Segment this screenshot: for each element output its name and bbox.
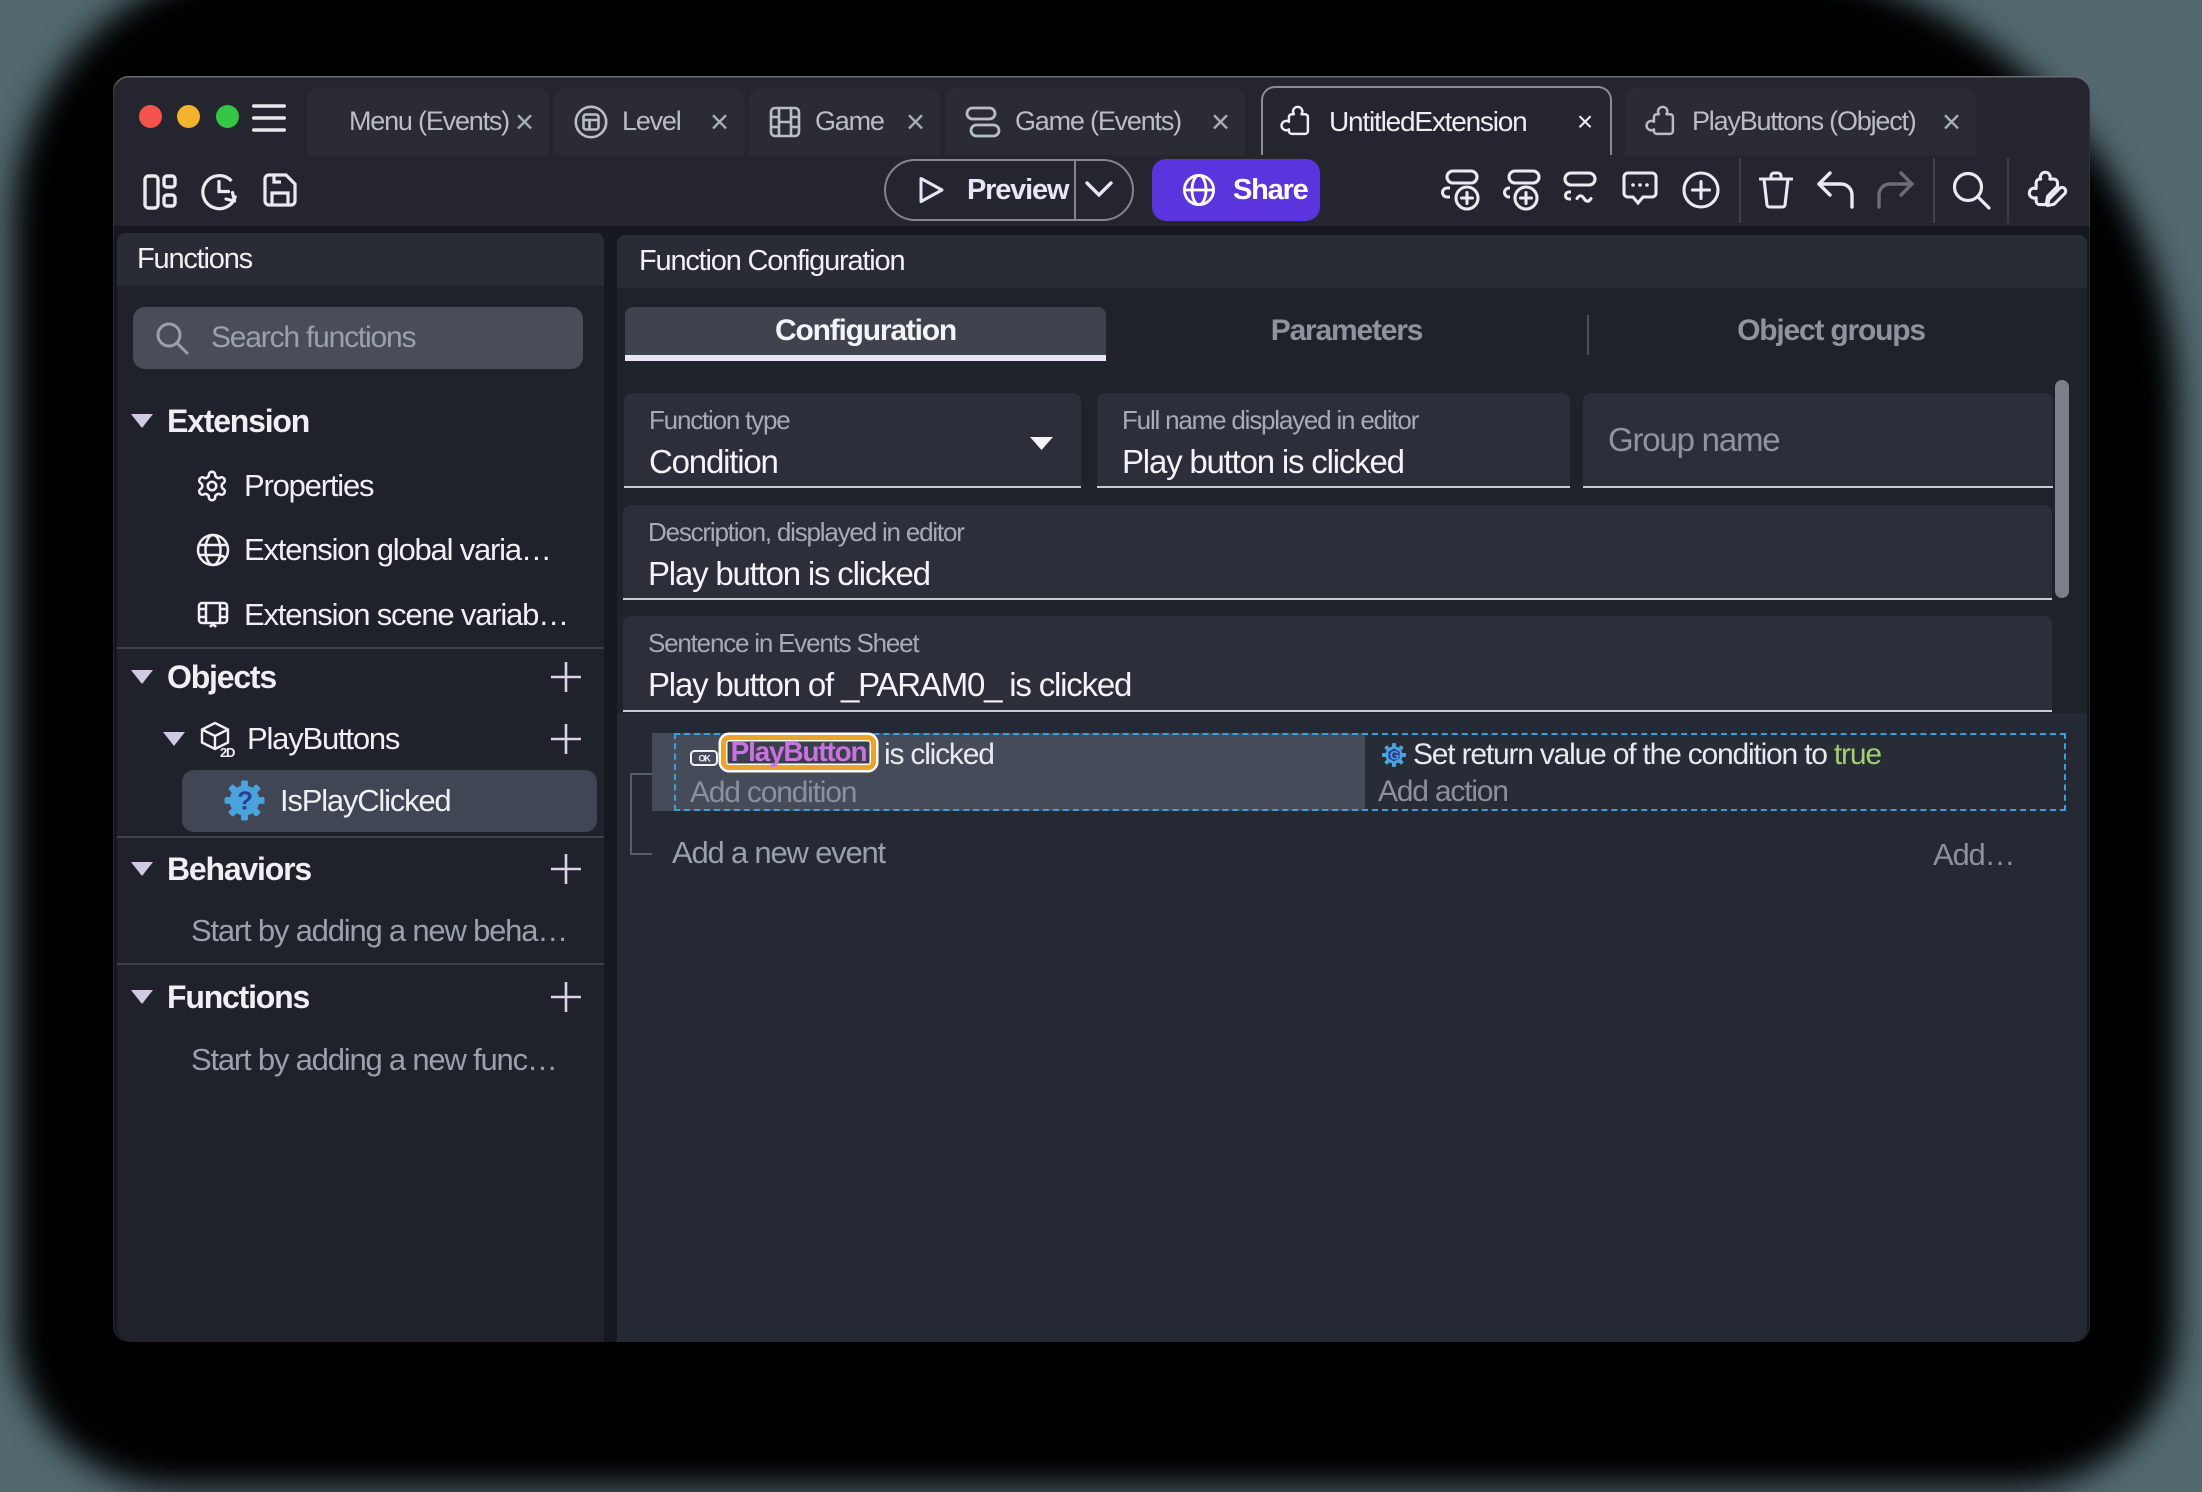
svg-text:2D: 2D xyxy=(220,745,235,758)
svg-text:?: ? xyxy=(237,786,252,816)
svg-text:OK: OK xyxy=(698,754,711,764)
svg-text:G: G xyxy=(1390,749,1399,763)
